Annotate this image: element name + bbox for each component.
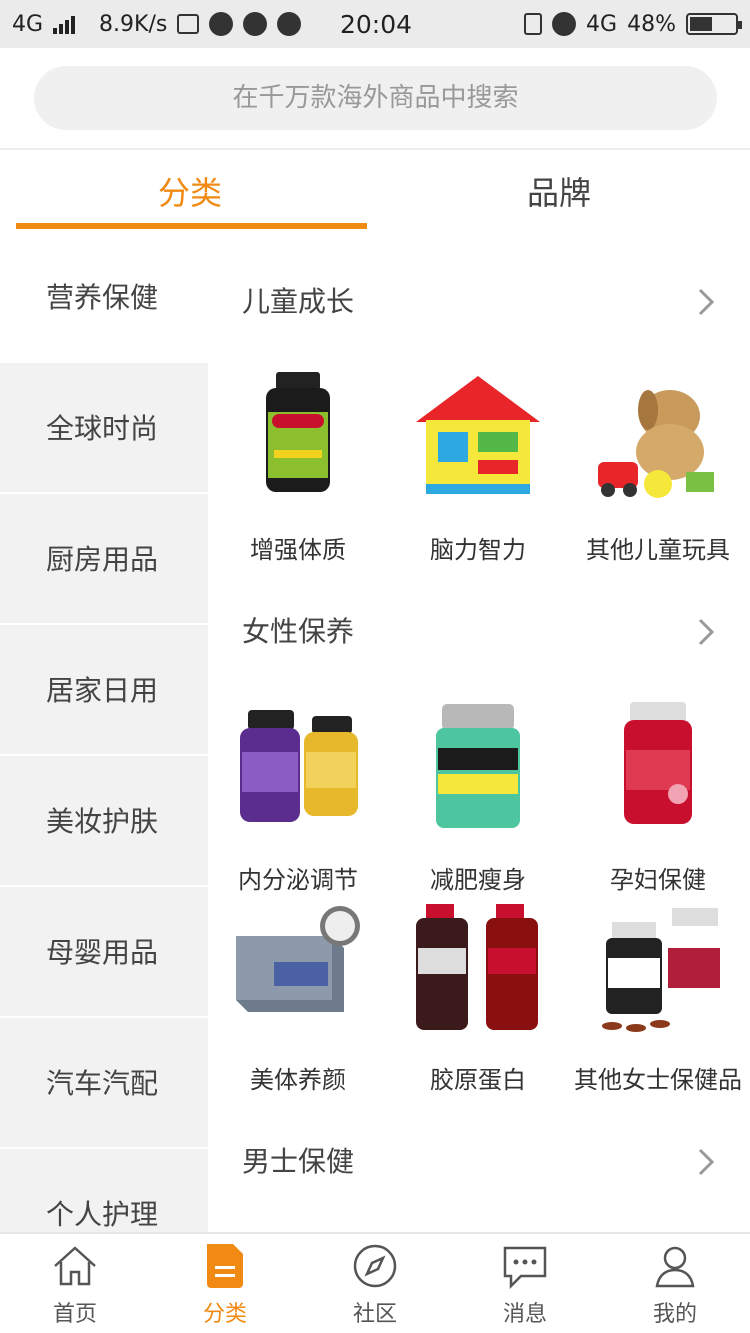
section-title: 儿童成长 [242,285,355,318]
nav-label: 消息 [502,1302,547,1327]
sidebar-item-kitchen[interactable]: 厨房用品 [0,494,208,625]
compass-icon [300,1240,450,1292]
product-label: 孕妇保健 [610,866,706,894]
tab-bar: 分类 品牌 [0,152,750,230]
bottom-nav: 首页 分类 社区 消息 我的 [0,1232,750,1333]
nav-label: 我的 [652,1302,697,1327]
search-input[interactable]: 在千万款海外商品中搜索 [34,66,717,130]
women-supplements-image [588,902,728,1042]
nav-messages[interactable]: 消息 [450,1240,600,1328]
product-label: 其他女士保健品 [574,1066,742,1094]
nav-label: 首页 [52,1302,97,1327]
vitamin-bottle-image [228,372,368,512]
product-tile[interactable]: 内分泌调节 [208,702,388,895]
product-tile[interactable]: 美体养颜 [208,902,388,1095]
diet-jar-image [408,702,548,842]
sidebar-item-nutrition[interactable]: 营养保健 [0,232,208,363]
nav-home[interactable]: 首页 [0,1240,150,1328]
wechat-icon [243,12,268,36]
product-tile[interactable]: 增强体质 [208,372,388,565]
product-label: 增强体质 [250,536,346,564]
clock: 20:04 [340,10,413,39]
s-icon [177,14,200,34]
sidebar-item-home[interactable]: 居家日用 [0,625,208,756]
status-bar: 4G 8.9K/s 20:04 4G 48% [0,0,750,48]
product-label: 减肥瘦身 [430,866,526,894]
app-icon [209,12,234,36]
product-label: 胶原蛋白 [430,1066,526,1094]
battery-icon [686,13,742,35]
beauty-box-image [228,902,368,1042]
tab-brand[interactable]: 品牌 [484,168,634,214]
nav-community[interactable]: 社区 [300,1240,450,1328]
battery-label: 48% [627,11,676,37]
alarm-icon [552,12,577,36]
chevron-right-icon [686,282,726,322]
message-icon [450,1240,600,1292]
speed-label: 8.9K/s [99,11,168,37]
network-right-label: 4G [586,11,618,37]
section-header-women[interactable]: 女性保养 [242,610,722,660]
product-tile[interactable]: 孕妇保健 [568,702,748,895]
section-header-kids[interactable]: 儿童成长 [242,280,722,330]
section-header-men[interactable]: 男士保健 [242,1140,722,1190]
section-title: 女性保养 [242,615,355,648]
nav-category[interactable]: 分类 [150,1240,300,1328]
product-tile[interactable]: 脑力智力 [388,372,568,565]
user-icon [600,1240,750,1292]
collagen-bottles-image [408,902,548,1042]
tab-indicator [16,223,367,229]
tab-category[interactable]: 分类 [115,168,265,214]
plush-toy-image [588,372,728,512]
product-tile[interactable]: 减肥瘦身 [388,702,568,895]
qq-icon [277,12,302,36]
network-label: 4G [12,11,44,37]
omega-bottle-image [588,702,728,842]
chevron-right-icon [686,1142,726,1182]
vibrate-icon [524,13,543,35]
product-label: 其他儿童玩具 [586,536,730,564]
home-icon [0,1240,150,1292]
product-tile[interactable]: 胶原蛋白 [388,902,568,1095]
chevron-right-icon [686,612,726,652]
product-label: 脑力智力 [430,536,526,564]
product-label: 内分泌调节 [238,866,358,894]
signal-icon [53,14,76,34]
product-tile[interactable]: 其他女士保健品 [568,902,748,1095]
category-icon [150,1240,300,1292]
sidebar-item-fashion[interactable]: 全球时尚 [0,363,208,494]
search-area: 在千万款海外商品中搜索 [0,48,750,150]
sidebar-item-personal-care[interactable]: 个人护理 [0,1149,208,1232]
nav-profile[interactable]: 我的 [600,1240,750,1328]
section-title: 男士保健 [242,1145,355,1178]
nav-label: 分类 [202,1302,247,1327]
category-sidebar: 营养保健 全球时尚 厨房用品 居家日用 美妆护肤 母婴用品 汽车汽配 个人护理 [0,232,208,1232]
sidebar-item-baby[interactable]: 母婴用品 [0,887,208,1018]
toy-house-image [408,372,548,512]
nav-label: 社区 [352,1302,397,1327]
category-content: 儿童成长 增强体质 脑力智力 其他儿童玩具 女性保养 内分泌调节 减肥瘦身 孕妇… [208,232,750,1232]
product-tile[interactable]: 其他儿童玩具 [568,372,748,565]
supplement-bottles-image [228,702,368,842]
sidebar-item-beauty[interactable]: 美妆护肤 [0,756,208,887]
sidebar-item-auto[interactable]: 汽车汽配 [0,1018,208,1149]
product-label: 美体养颜 [250,1066,346,1094]
